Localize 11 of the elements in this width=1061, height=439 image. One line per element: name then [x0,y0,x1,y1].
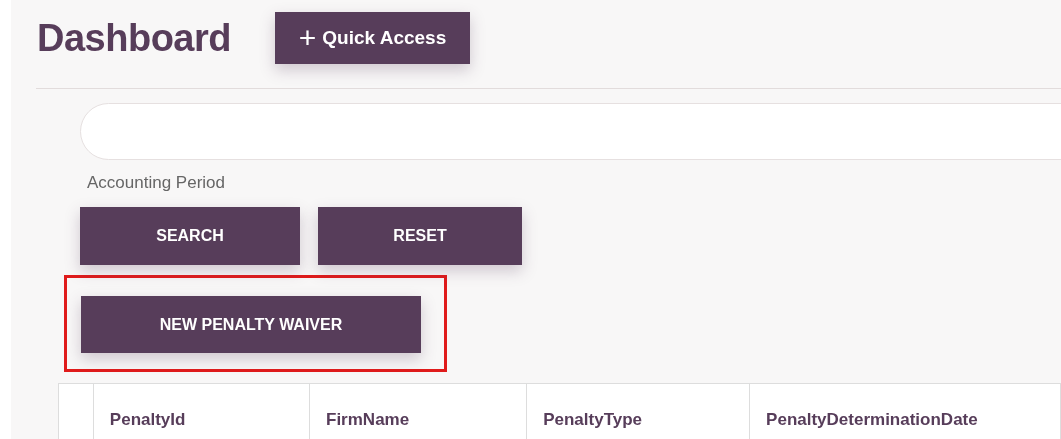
quick-access-button[interactable]: + Quick Access [275,12,470,64]
accounting-period-field[interactable] [80,103,1061,160]
column-header[interactable]: PenaltyId [109,410,186,430]
field-label: Accounting Period [87,173,226,193]
column-header[interactable]: PenaltyDeterminationDate [766,410,978,430]
action-button[interactable]: SEARCH [80,207,300,265]
action-button[interactable]: RESET [318,207,522,265]
column-header[interactable]: FirmName [326,410,410,430]
column-header[interactable]: PenaltyType [543,410,643,430]
new-penalty-waiver-button[interactable]: NEW PENALTY WAIVER [81,296,421,353]
page-title: Dashboard [37,16,232,60]
